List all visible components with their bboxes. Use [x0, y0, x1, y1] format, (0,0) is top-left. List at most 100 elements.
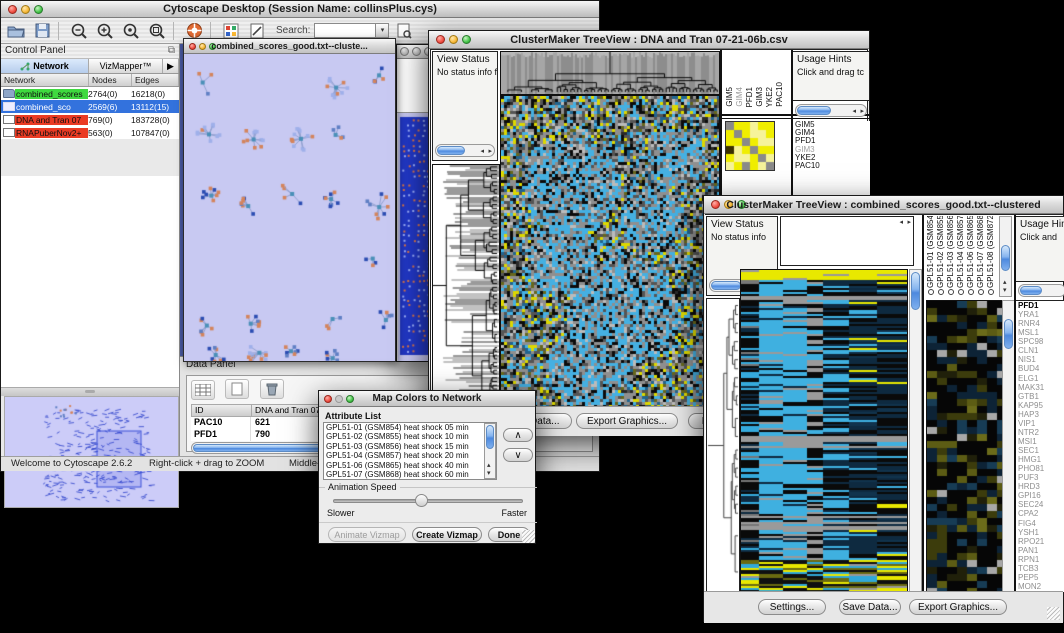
gene-label[interactable]: PHO81: [1016, 464, 1064, 473]
main-titlebar[interactable]: Cytoscape Desktop (Session Name: collins…: [1, 1, 599, 18]
attribute-item[interactable]: GPL51-06 (GSM865) heat shock 40 min: [324, 461, 484, 470]
labels-vscrollbar[interactable]: ▴ ▾: [999, 216, 1012, 297]
gene-label[interactable]: MON2: [1016, 582, 1064, 591]
scroll-left-icon[interactable]: ◂: [852, 108, 856, 115]
gene-label[interactable]: RNR4: [1016, 319, 1064, 328]
panel-splitter[interactable]: [1, 388, 179, 396]
global-heatmap-canvas[interactable]: [740, 269, 908, 592]
slider-thumb[interactable]: [415, 494, 428, 507]
zoom-in-icon[interactable]: [94, 21, 116, 41]
open-file-icon[interactable]: [5, 21, 27, 41]
gene-label[interactable]: SPC98: [1016, 337, 1064, 346]
view-status-hscrollbar[interactable]: ◂▸: [435, 144, 495, 157]
attribute-item[interactable]: GPL51-02 (GSM855) heat shock 10 min: [324, 432, 484, 441]
scroll-up-icon[interactable]: ▴: [1003, 279, 1007, 286]
minimize-icon[interactable]: [412, 47, 421, 56]
network-view-titlebar[interactable]: combined_scores_good.txt--cluste...: [184, 39, 395, 54]
delete-attribute-icon[interactable]: [260, 379, 284, 399]
settings-button[interactable]: Settings...: [758, 599, 826, 615]
column-dendrogram-canvas[interactable]: [500, 51, 720, 95]
gene-label[interactable]: PAC10: [793, 162, 870, 170]
animation-speed-slider[interactable]: [333, 499, 523, 503]
column-dendrogram-area[interactable]: ◂▸: [780, 216, 914, 266]
zoom-out-icon[interactable]: [68, 21, 90, 41]
network-canvas[interactable]: [184, 54, 395, 361]
search-options-icon[interactable]: [393, 21, 415, 41]
scroll-right-icon[interactable]: ▸: [488, 148, 492, 155]
gene-label[interactable]: HRD3: [1016, 482, 1064, 491]
resize-grip[interactable]: [522, 530, 535, 543]
scroll-up-icon[interactable]: ▴: [487, 462, 491, 469]
close-icon[interactable]: [400, 47, 409, 56]
attribute-item[interactable]: GPL51-01 (GSM854) heat shock 05 min: [324, 423, 484, 432]
zoom-selected-icon[interactable]: [120, 21, 142, 41]
new-attribute-icon[interactable]: [225, 379, 249, 399]
gene-label[interactable]: SEC1: [1016, 446, 1064, 455]
gene-label[interactable]: VIP1: [1016, 419, 1064, 428]
network-row[interactable]: combined_sco 2569(6) 13112(15): [1, 100, 179, 113]
gene-label[interactable]: CLN1: [1016, 346, 1064, 355]
float-panel-icon[interactable]: ⧉: [168, 45, 175, 56]
scroll-left-icon[interactable]: ◂: [899, 219, 903, 226]
scroll-down-icon[interactable]: ▾: [1003, 287, 1007, 294]
attribute-table-icon[interactable]: [191, 380, 215, 400]
gene-label[interactable]: RPN1: [1016, 555, 1064, 564]
row-dendrogram-canvas[interactable]: [432, 164, 500, 407]
network-overview-canvas[interactable]: [4, 396, 179, 508]
network-row[interactable]: DNA and Tran 07 769(0) 183728(0): [1, 113, 179, 126]
search-input[interactable]: [314, 23, 376, 38]
gene-label[interactable]: YRA1: [1016, 310, 1064, 319]
attribute-item[interactable]: GPL51-04 (GSM857) heat shock 20 min: [324, 451, 484, 460]
gene-label[interactable]: KAP95: [1016, 401, 1064, 410]
gene-label[interactable]: HMG1: [1016, 455, 1064, 464]
attribute-item[interactable]: GPL51-07 (GSM868) heat shock 60 min: [324, 470, 484, 479]
usage-hints-hscrollbar[interactable]: ◂▸: [795, 104, 867, 117]
dialog-titlebar[interactable]: Map Colors to Network: [319, 391, 535, 407]
scroll-down-icon[interactable]: ▾: [487, 470, 491, 477]
gene-label[interactable]: MSI1: [1016, 437, 1064, 446]
attribute-item[interactable]: GPL51-03 (GSM856) heat shock 15 min: [324, 442, 484, 451]
animate-vizmap-button[interactable]: Animate Vizmap: [328, 527, 406, 542]
gene-list[interactable]: PFD1YRA1RNR4MSL1SPC98CLN1NIS1BUD4ELG1MAK…: [1016, 300, 1064, 592]
gene-label[interactable]: YSH1: [1016, 528, 1064, 537]
tab-vizmapper[interactable]: VizMapper™: [89, 59, 163, 73]
treeview-combined-titlebar[interactable]: ClusterMaker TreeView : combined_scores_…: [704, 196, 1063, 214]
global-heatmap-canvas[interactable]: [500, 95, 720, 407]
gene-label[interactable]: PEP5: [1016, 573, 1064, 582]
create-vizmap-button[interactable]: Create Vizmap: [412, 527, 482, 542]
gene-label[interactable]: ELG1: [1016, 374, 1064, 383]
treeview-dna-titlebar[interactable]: ClusterMaker TreeView : DNA and Tran 07-…: [429, 31, 869, 49]
gene-label[interactable]: MAK31: [1016, 383, 1064, 392]
scroll-left-icon[interactable]: ◂: [480, 148, 484, 155]
gene-label[interactable]: MSL1: [1016, 328, 1064, 337]
gene-label[interactable]: BUD4: [1016, 364, 1064, 373]
gene-label[interactable]: NIS1: [1016, 355, 1064, 364]
gene-label[interactable]: RPO21: [1016, 537, 1064, 546]
gene-label[interactable]: GTB1: [1016, 392, 1064, 401]
network-row[interactable]: combined_scores 2764(0) 16218(0): [1, 87, 179, 100]
tab-overflow-arrow[interactable]: ▶: [163, 59, 179, 73]
network-row[interactable]: RNAPuberNov2+ 563(0) 107847(0): [1, 126, 179, 139]
gene-label[interactable]: PUF3: [1016, 473, 1064, 482]
export-graphics-button[interactable]: Export Graphics...: [909, 599, 1007, 615]
gene-label[interactable]: PFD1: [1016, 301, 1064, 310]
export-graphics-button[interactable]: Export Graphics...: [576, 413, 678, 429]
id-column-header[interactable]: ID: [192, 405, 252, 416]
zoom-fit-icon[interactable]: [146, 21, 168, 41]
gene-label[interactable]: GPI16: [1016, 491, 1064, 500]
zoom-heatmap-canvas[interactable]: [926, 300, 1006, 592]
scroll-right-icon[interactable]: ▸: [907, 219, 911, 226]
scroll-right-icon[interactable]: ▸: [860, 108, 864, 115]
move-up-button[interactable]: ∧: [503, 428, 533, 442]
tab-network[interactable]: Network: [1, 59, 89, 73]
save-icon[interactable]: [31, 21, 53, 41]
gene-label[interactable]: TCB3: [1016, 564, 1064, 573]
row-dendrogram-canvas[interactable]: [706, 298, 740, 593]
dense-network-canvas[interactable]: [398, 113, 430, 361]
resize-grip[interactable]: [1047, 607, 1060, 620]
gene-label[interactable]: FIG4: [1016, 519, 1064, 528]
usage-hints-hscrollbar[interactable]: [1018, 284, 1064, 297]
attribute-list-vscrollbar[interactable]: ▴ ▾: [484, 423, 496, 479]
save-data-button[interactable]: Save Data...: [839, 599, 901, 615]
gene-label[interactable]: CPA2: [1016, 509, 1064, 518]
